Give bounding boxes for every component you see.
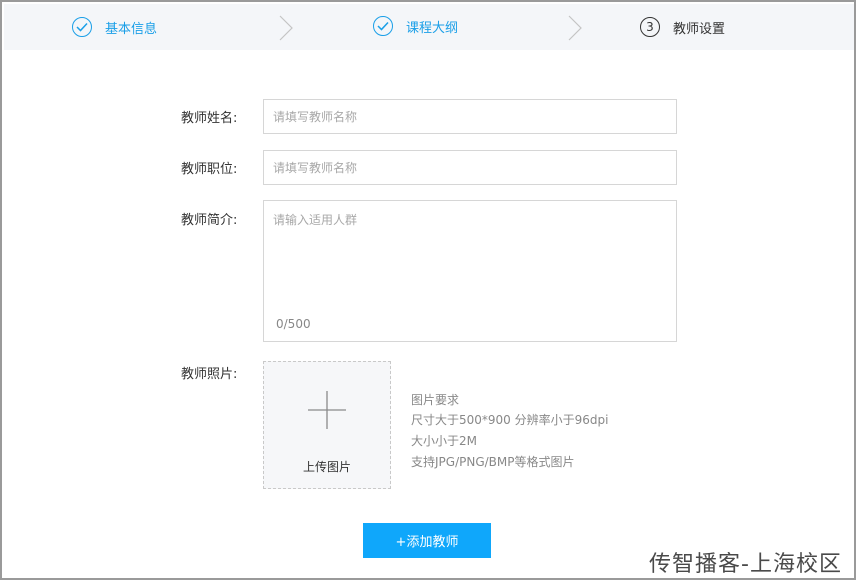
teacher-photo-label: 教师照片: (181, 367, 238, 382)
photo-requirement-size: 尺寸大于500*900 分辨率小于96dpi (411, 413, 609, 427)
step-basic-info[interactable]: 基本信息 (72, 4, 157, 50)
teacher-position-input[interactable] (263, 150, 677, 185)
char-counter: 0/500 (276, 317, 311, 331)
plus-icon (308, 391, 346, 429)
check-circle-icon (72, 17, 92, 37)
upload-label: 上传图片 (302, 460, 351, 474)
teacher-name-input[interactable] (263, 99, 677, 134)
teacher-intro-textarea[interactable] (264, 201, 676, 311)
step-label: 课程大纲 (406, 20, 459, 36)
teacher-position-label: 教师职位: (181, 162, 238, 177)
step-course-outline[interactable]: 课程大纲 (373, 3, 458, 49)
chevron-right-icon (568, 15, 582, 41)
steps-bar: 基本信息 课程大纲 3 教师设置 (4, 4, 854, 50)
chevron-right-icon (279, 15, 293, 41)
step-teacher-settings[interactable]: 3 教师设置 (640, 4, 725, 50)
step-number: 3 (640, 17, 660, 37)
photo-requirements-title: 图片要求 (411, 393, 460, 407)
teacher-intro-label: 教师简介: (181, 213, 238, 228)
step-label: 基本信息 (105, 21, 158, 37)
check-circle-icon (373, 16, 393, 36)
photo-requirement-filesize: 大小小于2M (411, 434, 477, 448)
photo-upload-box[interactable]: 上传图片 (263, 361, 391, 489)
teacher-name-label: 教师姓名: (181, 111, 238, 126)
step-label: 教师设置 (673, 21, 726, 37)
add-teacher-button[interactable]: +添加教师 (363, 523, 491, 558)
watermark-text: 传智播客-上海校区 (649, 552, 842, 577)
page-frame: 基本信息 课程大纲 3 教师设置 教师姓名: 教师职位: 教师简介: 0/500… (0, 0, 856, 580)
photo-requirement-format: 支持JPG/PNG/BMP等格式图片 (411, 455, 575, 469)
teacher-intro-box: 0/500 (263, 200, 677, 342)
